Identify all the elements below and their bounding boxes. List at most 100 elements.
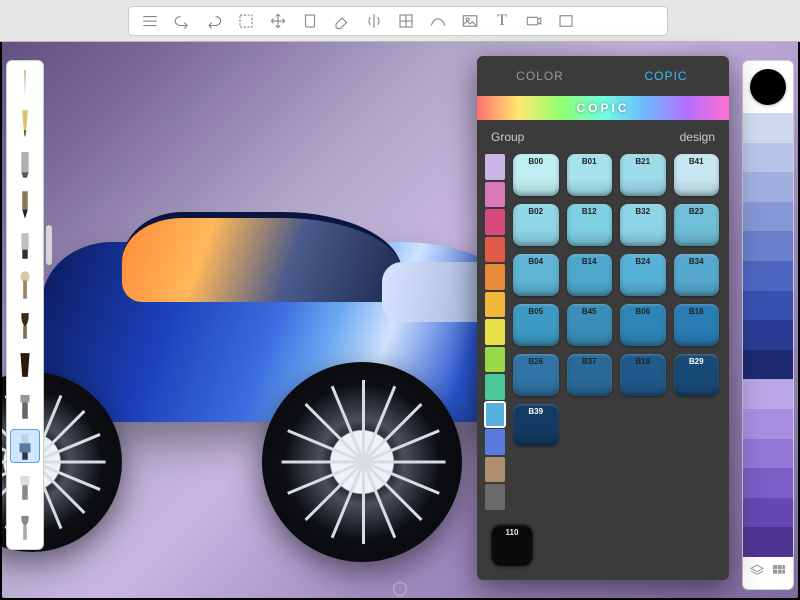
strip-swatch[interactable] — [743, 231, 793, 261]
copic-swatch-B37[interactable]: B37 — [567, 354, 613, 396]
copic-group-swatch[interactable] — [485, 347, 505, 373]
copic-swatch-B16[interactable]: B16 — [674, 304, 720, 346]
strip-swatch[interactable] — [743, 320, 793, 350]
copic-group-swatch[interactable] — [485, 457, 505, 483]
copic-swatch-B34[interactable]: B34 — [674, 254, 720, 296]
strip-swatch[interactable] — [743, 439, 793, 469]
timelapse-icon[interactable] — [519, 8, 549, 34]
brush-bristle[interactable] — [10, 308, 40, 342]
copic-swatch-label: B41 — [674, 157, 720, 166]
copic-swatch-label: B12 — [567, 207, 613, 216]
copic-swatch-label: B05 — [513, 307, 559, 316]
copic-swatch-B45[interactable]: B45 — [567, 304, 613, 346]
strip-swatch[interactable] — [743, 291, 793, 321]
copic-logo: COPIC — [576, 101, 629, 115]
puck-icon[interactable] — [393, 582, 407, 596]
copic-group-swatch[interactable] — [485, 264, 505, 290]
brush-airbrush[interactable] — [10, 429, 40, 463]
copic-swatch-B41[interactable]: B41 — [674, 154, 720, 196]
brush-pencil[interactable] — [10, 107, 40, 141]
menu-icon[interactable] — [135, 8, 165, 34]
copic-swatch-label: B06 — [620, 307, 666, 316]
strip-swatch[interactable] — [743, 261, 793, 291]
sidebar-handle[interactable] — [46, 225, 52, 265]
brush-smudge[interactable] — [10, 509, 40, 543]
copic-swatch-label: B34 — [674, 257, 720, 266]
copic-swatch-B39[interactable]: B39 — [513, 404, 559, 446]
brush-marker[interactable] — [10, 228, 40, 262]
strip-swatch[interactable] — [743, 202, 793, 232]
image-icon[interactable] — [455, 8, 485, 34]
strip-swatch[interactable] — [743, 409, 793, 439]
eraser-icon[interactable] — [327, 8, 357, 34]
fullscreen-icon[interactable] — [551, 8, 581, 34]
brush-pencil-sharp[interactable] — [10, 67, 40, 101]
strip-swatch[interactable] — [743, 379, 793, 409]
copic-swatch-B05[interactable]: B05 — [513, 304, 559, 346]
strip-swatch[interactable] — [743, 113, 793, 143]
copic-swatch-B14[interactable]: B14 — [567, 254, 613, 296]
copic-swatch-B04[interactable]: B04 — [513, 254, 559, 296]
copic-swatch-label: B04 — [513, 257, 559, 266]
copic-group-swatch[interactable] — [485, 209, 505, 235]
copic-group-swatch[interactable] — [485, 154, 505, 180]
guides-icon[interactable] — [391, 8, 421, 34]
copic-swatch-B23[interactable]: B23 — [674, 204, 720, 246]
copic-group-swatch[interactable] — [485, 402, 505, 428]
color-strip-panel — [742, 60, 794, 590]
copic-group-swatch[interactable] — [485, 292, 505, 318]
transform-icon[interactable] — [263, 8, 293, 34]
symmetry-icon[interactable] — [359, 8, 389, 34]
copic-group-column — [485, 154, 505, 510]
copic-swatch-B32[interactable]: B32 — [620, 204, 666, 246]
group-label: Group — [491, 130, 524, 144]
copic-swatch-label: B23 — [674, 207, 720, 216]
copic-swatch-B18[interactable]: B18 — [620, 354, 666, 396]
copic-swatch-label: B18 — [620, 357, 666, 366]
layers-icon[interactable] — [749, 563, 765, 579]
copic-swatch-B26[interactable]: B26 — [513, 354, 559, 396]
copic-swatch-B12[interactable]: B12 — [567, 204, 613, 246]
copic-swatch-label: B14 — [567, 257, 613, 266]
copic-swatch-B02[interactable]: B02 — [513, 204, 559, 246]
undo-icon[interactable] — [167, 8, 197, 34]
brush-broad[interactable] — [10, 348, 40, 382]
strip-swatch[interactable] — [743, 143, 793, 173]
current-color-swatch[interactable] — [750, 69, 786, 105]
copic-swatch-B21[interactable]: B21 — [620, 154, 666, 196]
copic-spectrum-bar[interactable]: COPIC — [477, 96, 729, 120]
tab-color[interactable]: COLOR — [477, 56, 603, 96]
fill-icon[interactable] — [295, 8, 325, 34]
copic-swatch-B06[interactable]: B06 — [620, 304, 666, 346]
select-icon[interactable] — [231, 8, 261, 34]
brush-chisel[interactable] — [10, 147, 40, 181]
brush-flat[interactable] — [10, 388, 40, 422]
strip-swatch[interactable] — [743, 350, 793, 380]
tab-copic[interactable]: COPIC — [603, 56, 729, 96]
copic-group-swatch[interactable] — [485, 429, 505, 455]
copic-group-swatch[interactable] — [485, 484, 505, 510]
strip-swatch[interactable] — [743, 172, 793, 202]
text-icon[interactable]: T — [487, 8, 517, 34]
strip-swatch[interactable] — [743, 527, 793, 557]
copic-group-swatch[interactable] — [485, 374, 505, 400]
redo-icon[interactable] — [199, 8, 229, 34]
copic-swatch-label: B39 — [513, 407, 559, 416]
copic-swatch-label: B24 — [620, 257, 666, 266]
copic-group-swatch[interactable] — [485, 319, 505, 345]
copic-swatch-B24[interactable]: B24 — [620, 254, 666, 296]
brush-inkpen[interactable] — [10, 188, 40, 222]
strip-swatch[interactable] — [743, 498, 793, 528]
copic-swatch-grid: B00B01B21 B41 B02 B12 B32 B23 B04 B14 B24 B34 B05 B… — [513, 154, 719, 510]
copic-group-swatch[interactable] — [485, 237, 505, 263]
copic-swatch-B00[interactable]: B00 — [513, 154, 559, 196]
stroke-icon[interactable] — [423, 8, 453, 34]
strip-swatch[interactable] — [743, 468, 793, 498]
grid-icon[interactable] — [771, 563, 787, 579]
selected-color-swatch[interactable]: 110 — [491, 524, 533, 566]
brush-soft[interactable] — [10, 268, 40, 302]
brush-paint[interactable] — [10, 469, 40, 503]
copic-swatch-B01[interactable]: B01 — [567, 154, 613, 196]
copic-swatch-B29[interactable]: B29 — [674, 354, 720, 396]
copic-group-swatch[interactable] — [485, 182, 505, 208]
